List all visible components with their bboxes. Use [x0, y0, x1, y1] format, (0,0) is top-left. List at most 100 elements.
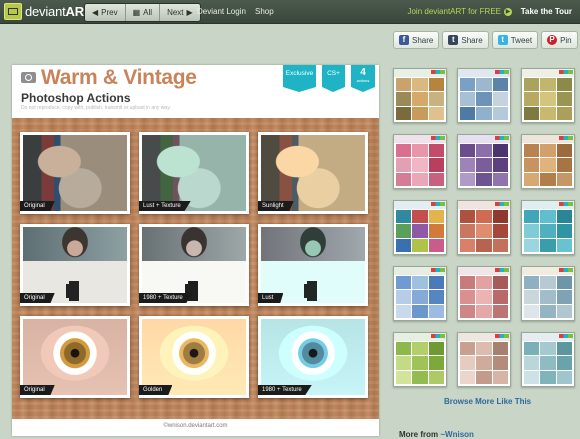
related-thumbnail[interactable]	[457, 68, 511, 123]
thumbnail-header	[394, 135, 446, 143]
browse-more-link[interactable]: Browse More Like This	[444, 397, 531, 406]
chevron-left-icon: ◀	[92, 8, 99, 17]
deviant-login-link[interactable]: Deviant Login	[197, 0, 246, 23]
thumbnail-tile	[412, 290, 428, 304]
related-thumbnail[interactable]	[521, 266, 575, 321]
photo-image	[261, 227, 365, 303]
thumbnail-header	[394, 267, 446, 275]
thumbnail-tile	[476, 92, 492, 106]
pin-button[interactable]: P Pin	[541, 31, 578, 49]
photo-label: Original	[20, 293, 55, 303]
thumbnail-preview	[458, 341, 510, 386]
deviantart-logo[interactable]: deviantART	[4, 3, 92, 20]
related-thumbnail[interactable]	[457, 200, 511, 255]
facebook-share-button[interactable]: f Share	[393, 31, 440, 49]
thumbnail-tile	[396, 276, 412, 290]
thumbnail-tile	[412, 276, 428, 290]
thumbnail-tile	[524, 92, 540, 106]
thumbnail-tile	[460, 144, 476, 158]
take-tour-link[interactable]: Take the Tour	[521, 0, 572, 23]
thumbnail-tile	[524, 304, 540, 318]
thumbnail-tile	[524, 356, 540, 370]
related-thumbnail[interactable]	[457, 266, 511, 321]
thumbnail-tile	[492, 276, 508, 290]
thumbnail-tile	[492, 106, 508, 120]
related-thumbnail[interactable]	[457, 332, 511, 387]
thumbnail-tile	[556, 172, 572, 186]
thumbnail-tile	[412, 78, 428, 92]
tumblr-share-button[interactable]: t Share	[442, 31, 489, 49]
related-thumbnail[interactable]	[393, 68, 447, 123]
thumbnail-tile	[412, 172, 428, 186]
thumbnail-tile	[556, 304, 572, 318]
related-thumbnail[interactable]	[521, 134, 575, 189]
thumbnail-tile	[524, 172, 540, 186]
join-link[interactable]: Join deviantART for FREE ▶	[407, 0, 512, 23]
thumbnail-tile	[396, 210, 412, 224]
tweet-label: Tweet	[510, 35, 533, 45]
thumbnail-tile	[524, 144, 540, 158]
thumbnail-tile	[524, 210, 540, 224]
more-from-user-link[interactable]: ~Wnison	[440, 430, 474, 439]
thumbnail-tile	[540, 78, 556, 92]
shop-link[interactable]: Shop	[255, 0, 274, 23]
thumbnail-tile	[396, 342, 412, 356]
thumbnail-tile	[396, 172, 412, 186]
thumbnail-tile	[556, 92, 572, 106]
photo-card: Original	[20, 224, 130, 306]
related-thumbnail[interactable]	[521, 68, 575, 123]
related-thumbnail[interactable]	[521, 200, 575, 255]
next-button[interactable]: Next ▶	[160, 4, 200, 21]
thumbnail-tile	[540, 106, 556, 120]
logo-prefix: deviant	[25, 4, 66, 19]
chevron-right-icon: ▶	[186, 8, 193, 17]
related-thumbnail[interactable]	[393, 200, 447, 255]
thumbnail-tile	[428, 106, 444, 120]
related-thumbnail[interactable]	[393, 332, 447, 387]
thumbnail-header	[522, 135, 574, 143]
next-label: Next	[167, 8, 184, 17]
thumbnail-tile	[460, 210, 476, 224]
thumbnail-tile	[428, 78, 444, 92]
thumbnail-header	[394, 333, 446, 341]
thumbnail-tile	[476, 290, 492, 304]
thumbnail-tile	[412, 370, 428, 384]
tweet-button[interactable]: t Tweet	[491, 31, 539, 49]
thumbnail-tile	[556, 370, 572, 384]
prev-button[interactable]: ◀ Prev	[85, 4, 126, 21]
thumbnail-tile	[524, 276, 540, 290]
thumbnail-tile	[540, 342, 556, 356]
thumbnail-tile	[396, 158, 412, 172]
related-thumbnail[interactable]	[457, 134, 511, 189]
thumbnail-tile	[476, 78, 492, 92]
thumbnail-tile	[556, 342, 572, 356]
thumbnail-preview	[522, 275, 574, 320]
thumbnail-preview	[394, 341, 446, 386]
thumbnail-tile	[428, 290, 444, 304]
thumbnail-tile	[540, 158, 556, 172]
top-navigation-bar: deviantART ◀ Prev ▦ All Next ▶ Deviant Logi…	[0, 0, 580, 24]
thumbnail-header	[458, 135, 510, 143]
related-thumbnail[interactable]	[521, 332, 575, 387]
thumbnail-tile	[524, 224, 540, 238]
thumbnail-tile	[460, 224, 476, 238]
all-button[interactable]: ▦ All	[126, 4, 161, 21]
photo-image	[23, 227, 127, 303]
thumbnail-tile	[412, 158, 428, 172]
main-artwork[interactable]: Warm & Vintage Photoshop Actions Do not …	[12, 65, 379, 436]
cs-label: CS+	[327, 70, 340, 77]
thumbnail-tile	[556, 106, 572, 120]
photo-label: 1980 + Texture	[139, 293, 193, 303]
thumbnail-tile	[428, 370, 444, 384]
related-thumbnail[interactable]	[393, 266, 447, 321]
related-thumbnail[interactable]	[393, 134, 447, 189]
thumbnail-tile	[540, 224, 556, 238]
thumbnail-tile	[492, 342, 508, 356]
thumbnail-header	[394, 69, 446, 77]
thumbnail-tile	[524, 290, 540, 304]
thumbnail-tile	[396, 356, 412, 370]
thumbnail-header	[458, 333, 510, 341]
wood-board: Original Lust + Texture Sunlight Origina…	[12, 118, 379, 419]
thumbnail-tile	[556, 224, 572, 238]
thumbnail-badge	[495, 202, 509, 206]
